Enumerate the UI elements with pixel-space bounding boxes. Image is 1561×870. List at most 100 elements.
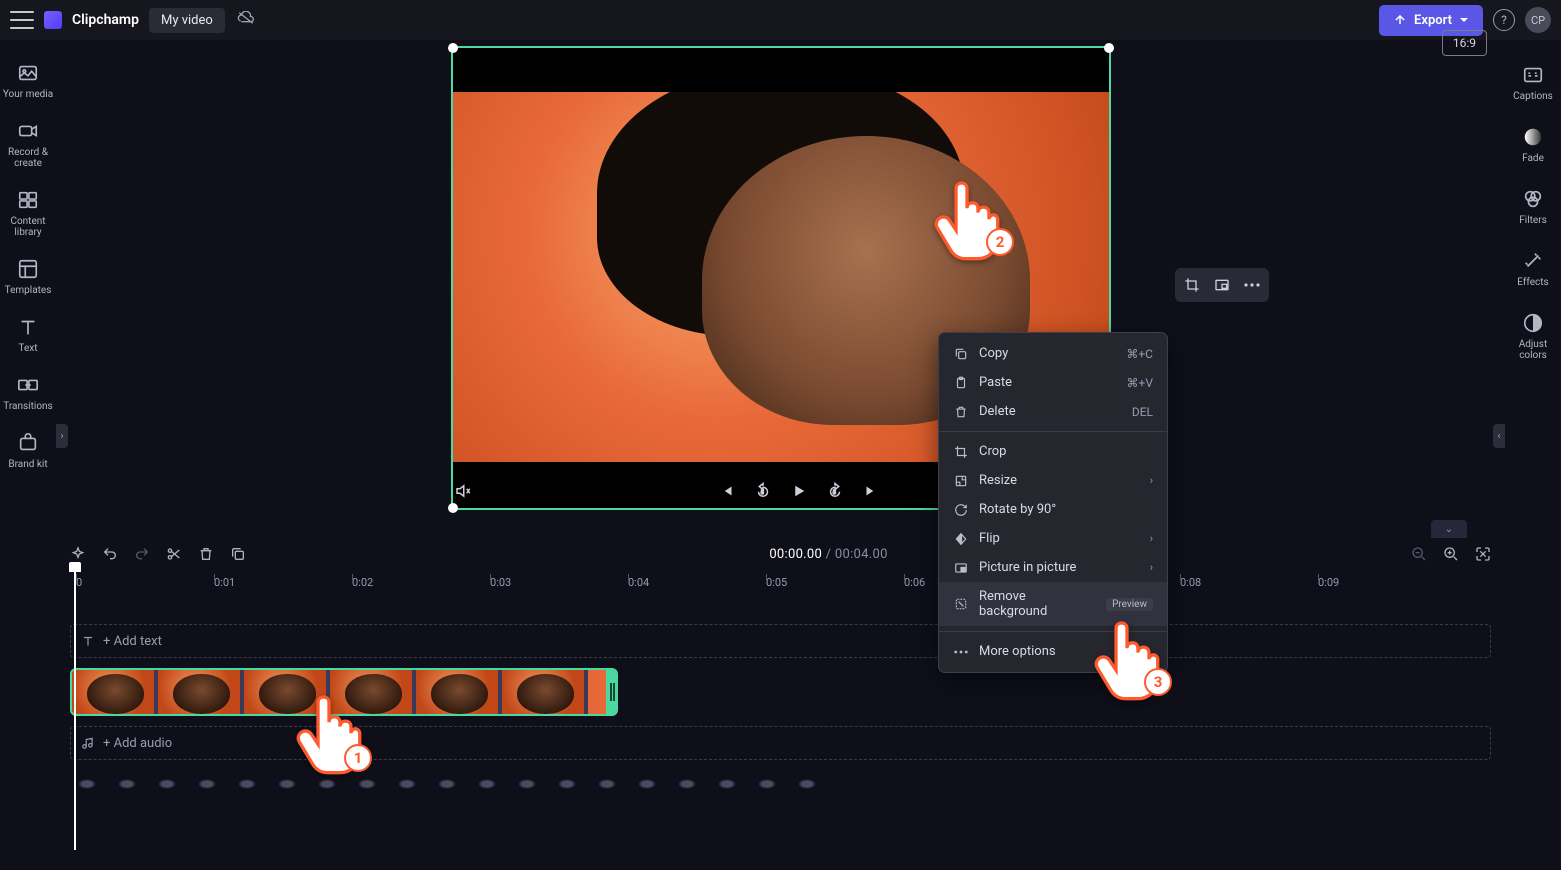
ctx-flip[interactable]: Flip › <box>939 524 1167 553</box>
timeline-tracks: + Add text + Add audio <box>56 624 1505 870</box>
chevron-right-icon: › <box>1150 474 1153 487</box>
ai-sparkle-icon[interactable] <box>70 546 86 562</box>
context-menu: Copy ⌘+C Paste ⌘+V Delete DEL Crop Resiz… <box>938 332 1168 673</box>
undo-icon[interactable] <box>102 546 118 562</box>
sidebar-item-captions[interactable]: Captions <box>1505 54 1561 116</box>
add-audio-track[interactable]: + Add audio <box>70 726 1491 760</box>
playhead[interactable] <box>74 564 76 850</box>
menu-hamburger-icon[interactable] <box>10 11 34 29</box>
chevron-down-icon <box>1459 15 1469 25</box>
aspect-ratio-selector[interactable]: 16:9 <box>1442 30 1487 56</box>
library-icon <box>17 189 39 211</box>
ruler-tick: 0:03 <box>490 576 628 589</box>
ctx-picture-in-picture[interactable]: Picture in picture › <box>939 553 1167 582</box>
sidebar-item-adjust-colors[interactable]: Adjust colors <box>1505 302 1561 375</box>
ruler-tick: 0:04 <box>628 576 766 589</box>
more-horiz-icon <box>953 650 969 654</box>
app-brand: Clipchamp <box>72 12 139 28</box>
split-icon[interactable] <box>166 546 182 562</box>
timeline-ruler[interactable]: 0 0:01 0:02 0:03 0:04 0:05 0:06 0:07 0:0… <box>56 570 1505 594</box>
fit-zoom-icon[interactable] <box>1475 546 1491 562</box>
ctx-more-options[interactable]: More options <box>939 637 1167 666</box>
add-text-track[interactable]: + Add text <box>70 624 1491 658</box>
timeline-toolbar: 00:00.00 / 00:04.00 <box>56 538 1505 570</box>
sidebar-item-fade[interactable]: Fade <box>1505 116 1561 178</box>
skip-end-icon[interactable] <box>862 482 880 500</box>
help-button[interactable]: ? <box>1493 9 1515 31</box>
resize-icon <box>953 474 969 488</box>
sidebar-item-text[interactable]: Text <box>0 308 56 366</box>
project-name-field[interactable]: My video <box>149 8 225 33</box>
brand-kit-icon <box>17 432 39 454</box>
ruler-tick: 0 <box>76 576 214 589</box>
pip-icon <box>953 561 969 575</box>
sidebar-item-transitions[interactable]: Transitions <box>0 366 56 424</box>
camera-icon <box>17 120 39 142</box>
user-avatar[interactable]: CP <box>1525 7 1551 33</box>
export-button-label: Export <box>1414 13 1452 28</box>
resize-handle-bl[interactable] <box>448 503 458 513</box>
ctx-crop[interactable]: Crop <box>939 437 1167 466</box>
sidebar-item-record-create[interactable]: Record & create <box>0 112 56 181</box>
resize-handle-tl[interactable] <box>448 43 458 53</box>
duplicate-icon[interactable] <box>230 546 246 562</box>
transition-row <box>70 770 1491 798</box>
paste-icon <box>953 376 969 390</box>
rewind-5-icon[interactable]: 5 <box>754 482 772 500</box>
sidebar-item-content-library[interactable]: Content library <box>0 181 56 250</box>
pip-icon[interactable] <box>1210 273 1234 297</box>
audio-icon <box>81 736 95 750</box>
cloud-off-icon[interactable] <box>237 11 255 29</box>
redo-icon[interactable] <box>134 546 150 562</box>
ruler-tick: 0:09 <box>1318 576 1456 589</box>
expand-timeline-toggle[interactable]: ⌄ <box>1431 520 1467 538</box>
sidebar-item-effects[interactable]: Effects <box>1505 240 1561 302</box>
captions-icon <box>1522 64 1544 86</box>
ctx-rotate[interactable]: Rotate by 90° <box>939 495 1167 524</box>
crop-icon <box>953 445 969 459</box>
zoom-in-icon[interactable] <box>1443 546 1459 562</box>
flip-icon <box>953 532 969 546</box>
sidebar-item-your-media[interactable]: Your media <box>0 54 56 112</box>
ctx-remove-background[interactable]: Remove background Preview <box>939 582 1167 626</box>
clip-thumbnail <box>502 670 588 714</box>
ctx-paste[interactable]: Paste ⌘+V <box>939 368 1167 397</box>
media-icon <box>17 62 39 84</box>
zoom-out-icon[interactable] <box>1411 546 1427 562</box>
play-button[interactable] <box>790 482 808 500</box>
ruler-tick: 0:02 <box>352 576 490 589</box>
effects-icon <box>1522 250 1544 272</box>
resize-handle-tr[interactable] <box>1104 43 1114 53</box>
skip-start-icon[interactable] <box>718 482 736 500</box>
preview-badge: Preview <box>1106 598 1153 611</box>
crop-icon[interactable] <box>1180 273 1204 297</box>
ruler-tick: 0:01 <box>214 576 352 589</box>
clip-trim-handle-right[interactable] <box>606 670 616 714</box>
copy-icon <box>953 347 969 361</box>
more-horiz-icon[interactable] <box>1240 273 1264 297</box>
upload-icon <box>1393 13 1407 27</box>
timecode-total: 00:04.00 <box>835 547 888 562</box>
chevron-right-icon: › <box>1150 561 1153 574</box>
trash-icon <box>953 405 969 419</box>
trash-icon[interactable] <box>198 546 214 562</box>
sidebar-item-brand-kit[interactable]: Brand kit <box>0 424 56 482</box>
ctx-copy[interactable]: Copy ⌘+C <box>939 339 1167 368</box>
sidebar-item-templates[interactable]: Templates <box>0 250 56 308</box>
forward-5-icon[interactable]: 5 <box>826 482 844 500</box>
clip-thumbnail <box>244 670 330 714</box>
ruler-tick: 0:08 <box>1180 576 1318 589</box>
ctx-resize[interactable]: Resize › <box>939 466 1167 495</box>
text-icon <box>17 316 39 338</box>
clip-thumbnail <box>158 670 244 714</box>
sound-off-icon[interactable] <box>454 482 472 500</box>
svg-text:5: 5 <box>760 490 763 496</box>
sidebar-item-filters[interactable]: Filters <box>1505 178 1561 240</box>
fade-icon <box>1522 126 1544 148</box>
ctx-delete[interactable]: Delete DEL <box>939 397 1167 426</box>
top-bar: Clipchamp My video Export ? CP <box>0 0 1561 40</box>
transitions-icon <box>17 374 39 396</box>
video-clip[interactable] <box>70 668 618 716</box>
chevron-right-icon: › <box>1150 532 1153 545</box>
floating-clip-tools <box>1175 268 1269 302</box>
